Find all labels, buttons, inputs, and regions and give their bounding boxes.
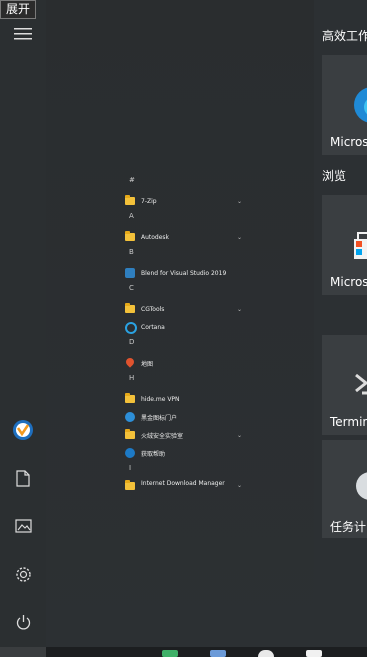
group-header-a[interactable]: A xyxy=(120,210,248,228)
section-title-browse: 浏览 xyxy=(322,169,347,183)
app-label: Internet Download Manager xyxy=(141,480,225,487)
tile-terminal[interactable]: Termina xyxy=(322,335,367,435)
pictures-button[interactable] xyxy=(0,506,46,546)
app-cortana[interactable]: Cortana xyxy=(120,318,248,336)
chevron-down-icon: ⌄ xyxy=(236,432,242,439)
account-button[interactable] xyxy=(0,410,46,450)
blend-icon xyxy=(124,267,136,279)
tile-store[interactable]: Microso xyxy=(322,195,367,295)
start-rail xyxy=(0,0,46,647)
app-label: 7-Zip xyxy=(141,197,157,205)
tile-label: Microso xyxy=(330,135,367,149)
app-hideme-vpn[interactable]: hide.me VPN xyxy=(120,390,248,408)
tile-label: 任务计 xyxy=(330,520,367,534)
cortana-icon xyxy=(124,321,137,334)
app-get-help[interactable]: 获取帮助 xyxy=(120,444,248,462)
group-header-i[interactable]: I xyxy=(120,462,248,480)
group-header-hash[interactable]: # xyxy=(120,174,248,192)
app-label: CGTools xyxy=(141,305,165,313)
app-label: Cortana xyxy=(141,323,165,331)
taskbar-app-icon[interactable] xyxy=(306,650,322,657)
picture-icon xyxy=(14,519,32,533)
avatar-icon xyxy=(13,420,33,440)
power-icon xyxy=(16,614,30,629)
app-label: Autodesk xyxy=(141,233,170,241)
app-label: 地图 xyxy=(141,360,154,368)
gear-icon xyxy=(15,566,31,582)
folder-icon xyxy=(124,429,136,441)
app-label: 火绒安全实验室 xyxy=(141,432,184,440)
app-idm[interactable]: Internet Download Manager ⌄ xyxy=(120,480,248,490)
folder-icon xyxy=(124,393,136,405)
settings-button[interactable] xyxy=(0,554,46,594)
chevron-down-icon: ⌄ xyxy=(236,198,242,205)
maps-icon xyxy=(124,356,136,369)
help-icon xyxy=(124,447,136,459)
app-portal[interactable]: 黑金图标门户 xyxy=(120,408,248,426)
folder-icon xyxy=(124,195,136,207)
app-blend[interactable]: Blend for Visual Studio 2019 xyxy=(120,264,248,282)
app-label: 黑金图标门户 xyxy=(141,414,178,422)
folder-icon xyxy=(124,480,136,490)
power-button[interactable] xyxy=(0,602,46,642)
section-title-productivity: 高效工作 xyxy=(322,29,367,43)
folder-icon xyxy=(124,231,136,243)
group-header-h[interactable]: H xyxy=(120,372,248,390)
taskbar xyxy=(0,647,367,657)
chevron-down-icon: ⌄ xyxy=(236,482,242,489)
tile-label: Microso xyxy=(330,275,367,289)
tile-task-scheduler[interactable]: 任务计 xyxy=(322,440,367,538)
tile-edge[interactable]: Microso xyxy=(322,55,367,155)
group-header-d[interactable]: D xyxy=(120,336,248,354)
app-label: 获取帮助 xyxy=(141,450,166,458)
folder-icon xyxy=(124,303,136,315)
tile-label: Termina xyxy=(330,415,367,429)
documents-button[interactable] xyxy=(0,458,46,498)
expand-menu-button[interactable] xyxy=(0,14,46,54)
hamburger-icon xyxy=(14,28,32,40)
app-label: hide.me VPN xyxy=(141,395,180,403)
app-list: # 7-Zip ⌄ A Autodesk ⌄ B Blend for Visua… xyxy=(120,174,248,490)
group-header-b[interactable]: B xyxy=(120,246,248,264)
app-7zip[interactable]: 7-Zip ⌄ xyxy=(120,192,248,210)
group-header-c[interactable]: C xyxy=(120,282,248,300)
app-huorong[interactable]: 火绒安全实验室 ⌄ xyxy=(120,426,248,444)
app-cgtools[interactable]: CGTools ⌄ xyxy=(120,300,248,318)
app-autodesk[interactable]: Autodesk ⌄ xyxy=(120,228,248,246)
app-maps[interactable]: 地图 xyxy=(120,354,248,372)
start-button[interactable] xyxy=(0,647,46,657)
vpn-icon xyxy=(124,411,136,423)
taskbar-app-icon[interactable] xyxy=(210,650,226,657)
app-label: Blend for Visual Studio 2019 xyxy=(141,269,227,277)
taskbar-app-icon[interactable] xyxy=(162,650,178,657)
document-icon xyxy=(16,469,30,487)
chevron-down-icon: ⌄ xyxy=(236,306,242,313)
taskbar-app-icon[interactable] xyxy=(258,650,274,657)
chevron-down-icon: ⌄ xyxy=(236,234,242,241)
